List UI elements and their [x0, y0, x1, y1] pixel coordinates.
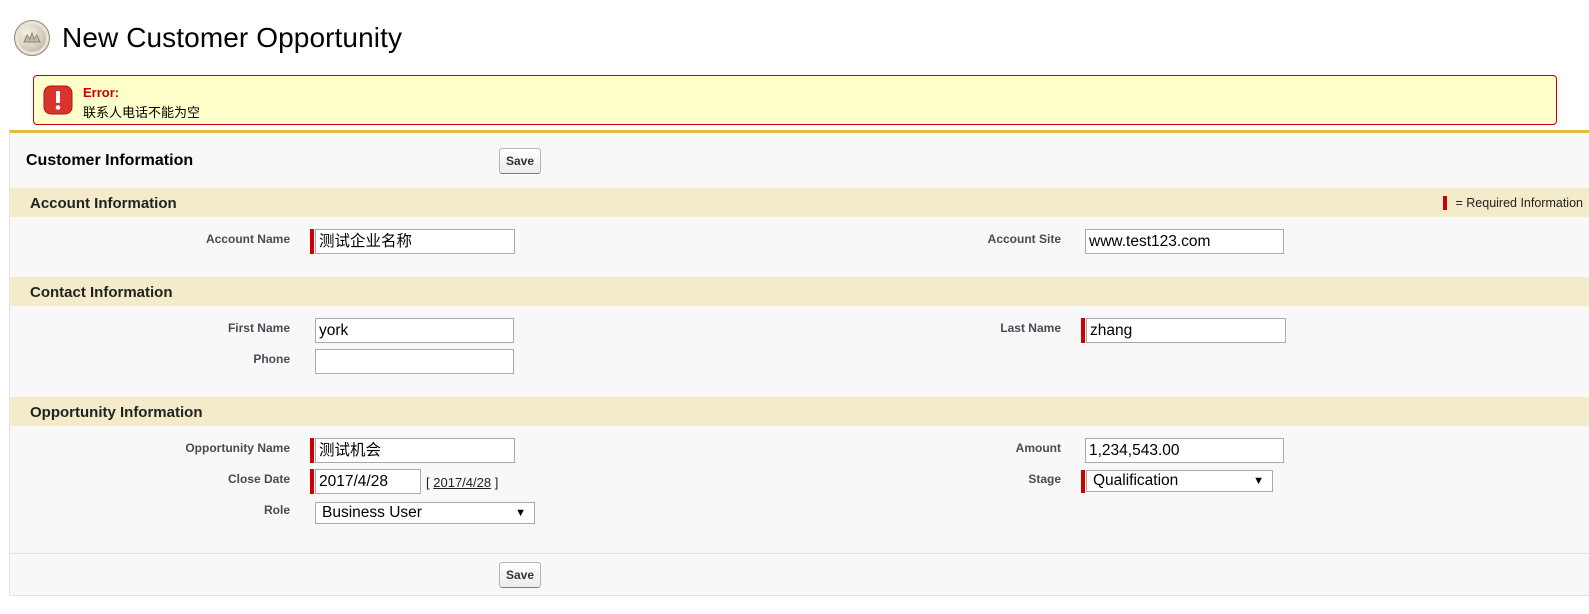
page-header: New Customer Opportunity: [14, 18, 402, 58]
phone-field[interactable]: [315, 349, 514, 374]
opportunity-coin-icon: [14, 20, 50, 56]
save-button[interactable]: Save: [499, 148, 541, 174]
last-name-field[interactable]: zhang: [1086, 318, 1286, 343]
phone-label: Phone: [253, 352, 290, 366]
required-legend-text: = Required Information: [1455, 196, 1583, 210]
required-marker: [310, 469, 314, 494]
close-date-field[interactable]: 2017/4/28: [315, 469, 421, 494]
last-name-label: Last Name: [1000, 321, 1061, 335]
today-date-link-wrapper: [ 2017/4/28 ]: [426, 475, 498, 490]
error-title: Error:: [83, 85, 120, 100]
error-message-box: Error: 联系人电话不能为空: [33, 75, 1557, 125]
amount-label: Amount: [1015, 441, 1061, 455]
role-selected-value: Business User: [322, 504, 422, 521]
stage-label: Stage: [1028, 472, 1061, 486]
required-marker: [1081, 318, 1085, 343]
error-text: 联系人电话不能为空: [83, 105, 201, 120]
account-name-field[interactable]: 测试企业名称: [315, 229, 515, 254]
account-site-label: Account Site: [987, 232, 1061, 246]
amount-field[interactable]: 1,234,543.00: [1085, 438, 1284, 463]
role-label: Role: [263, 503, 290, 517]
bracket-close: ]: [494, 475, 499, 490]
section-header-opportunity: Opportunity Information: [10, 397, 1589, 426]
section-header-account: Account Information = Required Informati…: [10, 188, 1589, 217]
dropdown-arrow-icon: ▼: [1253, 475, 1264, 487]
error-exclamation-icon: [43, 85, 73, 115]
first-name-label: First Name: [227, 321, 290, 335]
opportunity-name-label: Opportunity Name: [185, 441, 290, 455]
required-marker: [310, 229, 314, 254]
dropdown-arrow-icon: ▼: [515, 507, 526, 519]
bracket-open: [: [426, 475, 430, 490]
section-header-contact: Contact Information: [10, 277, 1589, 306]
section-title-opportunity: Opportunity Information: [30, 404, 203, 421]
save-button-bottom[interactable]: Save: [499, 562, 541, 588]
role-select[interactable]: Business User ▼: [315, 502, 535, 524]
page-title: New Customer Opportunity: [62, 22, 403, 53]
form-title: Customer Information: [26, 152, 194, 169]
first-name-field[interactable]: york: [315, 318, 514, 343]
section-title-account: Account Information: [30, 195, 177, 212]
close-date-label: Close Date: [227, 472, 290, 486]
opportunity-name-field[interactable]: 测试机会: [315, 438, 515, 463]
stage-select[interactable]: Qualification ▼: [1086, 470, 1273, 492]
required-legend: = Required Information: [1443, 196, 1583, 210]
account-site-field[interactable]: www.test123.com: [1085, 229, 1284, 254]
required-marker: [1443, 196, 1448, 210]
required-marker: [1081, 470, 1085, 493]
stage-selected-value: Qualification: [1093, 472, 1179, 489]
bottom-divider: [10, 553, 1589, 554]
today-date-link[interactable]: 2017/4/28: [433, 475, 491, 490]
account-name-label: Account Name: [205, 232, 290, 246]
customer-information-panel: Customer Information Save Account Inform…: [9, 130, 1589, 596]
section-title-contact: Contact Information: [30, 284, 173, 301]
required-marker: [310, 438, 314, 463]
